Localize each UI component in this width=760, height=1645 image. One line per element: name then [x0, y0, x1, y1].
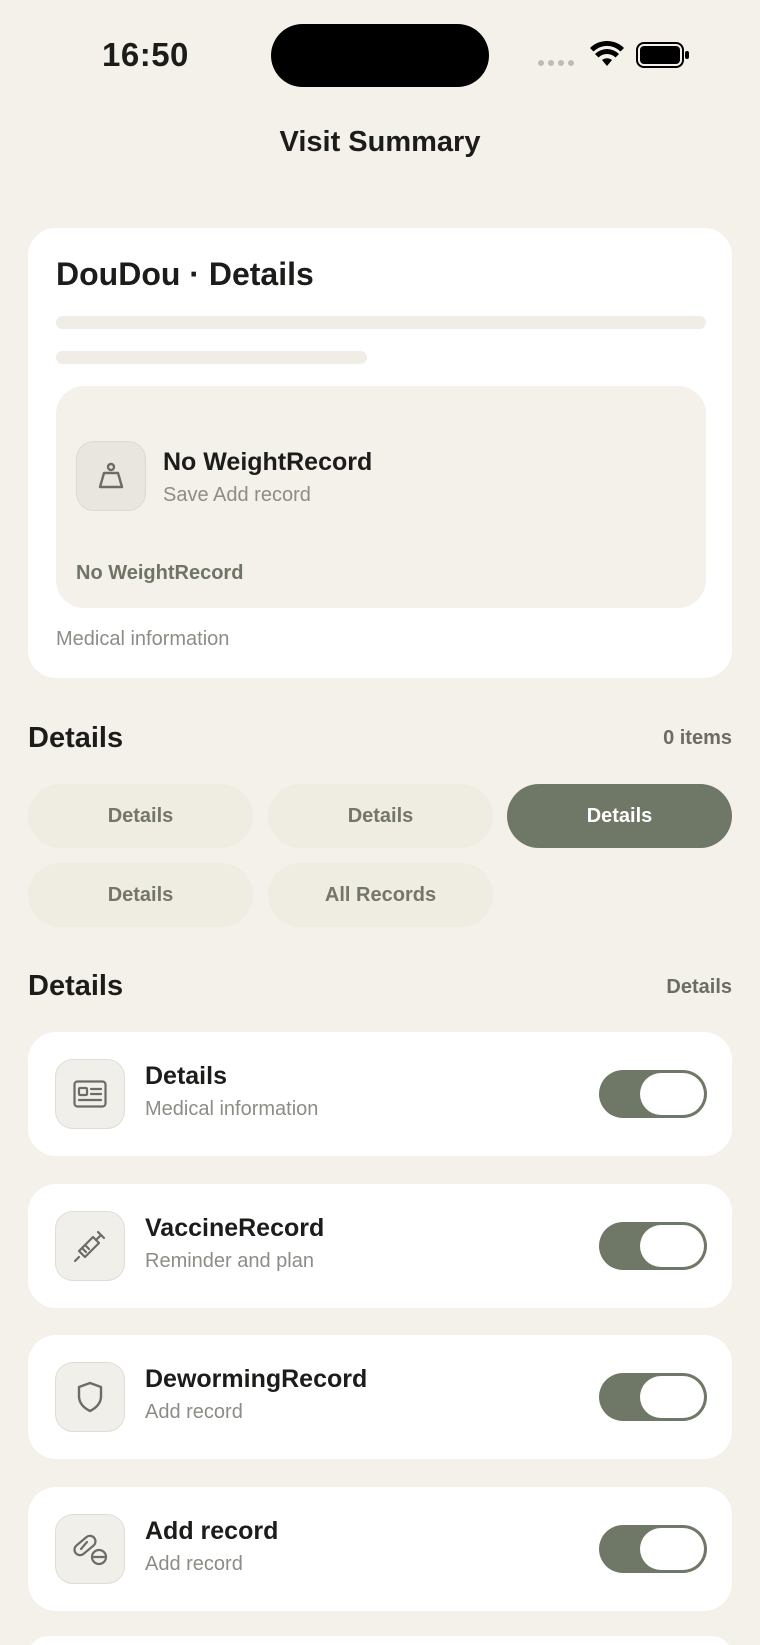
row-title: DewormingRecord: [145, 1365, 368, 1393]
filter-section-title: Details: [28, 722, 124, 754]
dynamic-island: [271, 24, 489, 87]
status-time: 16:50: [102, 36, 189, 73]
toggle-knob: [640, 1225, 704, 1267]
signal-icon: [538, 60, 574, 66]
loading-placeholder: [56, 316, 706, 329]
row-title: Details: [145, 1062, 227, 1090]
record-row[interactable]: Details Medical information: [28, 1032, 732, 1156]
weight-subtitle: Save Add record: [163, 484, 311, 506]
weight-footer: No WeightRecord: [76, 562, 244, 584]
battery-icon: [636, 42, 689, 68]
toggle-knob: [640, 1528, 704, 1570]
filter-chip-all-records[interactable]: All Records: [268, 863, 493, 927]
weight-record-box[interactable]: No WeightRecord Save Add record No Weigh…: [56, 386, 706, 608]
records-section-title: Details: [28, 970, 124, 1002]
scale-icon: [76, 441, 146, 511]
record-row-partial[interactable]: [28, 1636, 732, 1645]
record-row[interactable]: Add record Add record: [28, 1487, 732, 1611]
shield-icon: [55, 1362, 125, 1432]
summary-card: DouDou · Details No WeightRecord Save Ad…: [28, 228, 732, 678]
pill-icon: [55, 1514, 125, 1584]
row-toggle[interactable]: [599, 1070, 707, 1118]
row-subtitle: Add record: [145, 1553, 243, 1575]
wifi-icon: [590, 40, 624, 66]
row-title: VaccineRecord: [145, 1214, 325, 1242]
weight-title: No WeightRecord: [163, 448, 373, 476]
filter-chip[interactable]: Details: [268, 784, 493, 848]
summary-title: DouDou · Details: [56, 256, 314, 292]
row-toggle[interactable]: [599, 1525, 707, 1573]
record-row[interactable]: VaccineRecord Reminder and plan: [28, 1184, 732, 1308]
status-bar: 16:50: [0, 0, 760, 110]
filter-chip-active[interactable]: Details: [507, 784, 732, 848]
syringe-icon: [55, 1211, 125, 1281]
page-title: Visit Summary: [279, 126, 481, 158]
row-subtitle: Add record: [145, 1401, 243, 1423]
toggle-knob: [640, 1073, 704, 1115]
filter-chip[interactable]: Details: [28, 784, 253, 848]
row-toggle[interactable]: [599, 1373, 707, 1421]
row-subtitle: Medical information: [145, 1098, 319, 1120]
row-title: Add record: [145, 1517, 279, 1545]
item-count: 0 items: [663, 727, 732, 749]
records-section-action[interactable]: Details: [666, 976, 732, 999]
loading-placeholder: [56, 351, 367, 364]
row-subtitle: Reminder and plan: [145, 1250, 314, 1272]
record-row[interactable]: DewormingRecord Add record: [28, 1335, 732, 1459]
toggle-knob: [640, 1376, 704, 1418]
filter-chip[interactable]: Details: [28, 863, 253, 927]
id-card-icon: [55, 1059, 125, 1129]
row-toggle[interactable]: [599, 1222, 707, 1270]
summary-footer: Medical information: [56, 628, 230, 650]
